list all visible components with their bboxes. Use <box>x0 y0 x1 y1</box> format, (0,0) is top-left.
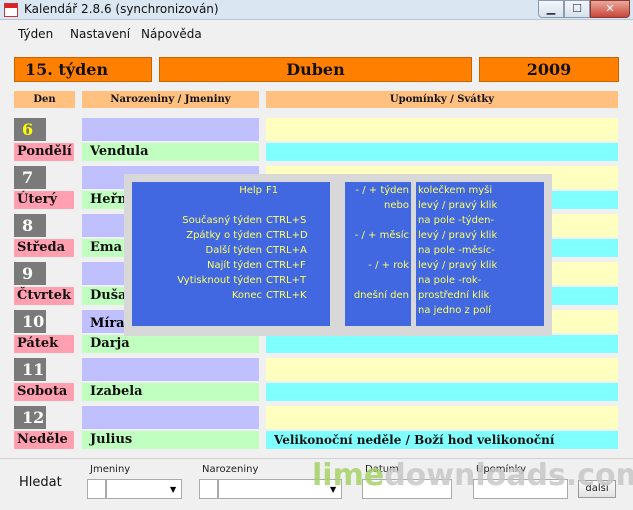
names-dropdown[interactable]: ▼ <box>106 479 182 499</box>
help-mouse-gestures: kolečkem myši levý / pravý klik na pole -t… <box>416 182 544 326</box>
day-number: 6 <box>14 118 46 141</box>
day-number: 10 <box>14 310 46 333</box>
chevron-down-icon: ▼ <box>170 485 177 494</box>
window-title: Kalendář 2.8.6 (synchronizován) <box>24 2 219 16</box>
day-name: Čtvrtek <box>14 287 74 305</box>
birthday-field[interactable] <box>82 406 259 429</box>
help-overlay: Help Současný týden Zpátky o týden Další tý… <box>124 174 552 336</box>
day-name: Pátek <box>14 335 74 353</box>
month-field[interactable]: Duben <box>159 57 472 82</box>
names-prefix-box[interactable] <box>87 479 106 499</box>
column-header-names: Narozeniny / Jmeniny <box>82 91 259 108</box>
day-number: 9 <box>14 262 46 285</box>
day-number: 11 <box>14 358 46 381</box>
day-number: 12 <box>14 406 46 429</box>
watermark-logo: limedownloads.com <box>312 458 633 493</box>
close-button[interactable]: ✕ <box>590 0 630 18</box>
minimize-button[interactable]: ▁ <box>538 0 564 18</box>
help-actions: Help Současný týden Zpátky o týden Další tý… <box>132 182 264 326</box>
day-name: Neděle <box>14 431 74 449</box>
day-number: 8 <box>14 214 46 237</box>
year-field[interactable]: 2009 <box>479 57 619 82</box>
title-bar: Kalendář 2.8.6 (synchronizován) ▁ ☐ ✕ <box>0 0 633 20</box>
search-label: Hledat <box>19 475 62 490</box>
column-header-reminders: Upomínky / Svátky <box>266 91 618 108</box>
maximize-button[interactable]: ☐ <box>564 0 590 18</box>
calendar-app-icon <box>4 3 18 17</box>
menu-tyden[interactable]: Týden <box>18 27 53 41</box>
day-name: Pondělí <box>14 143 74 161</box>
birthday-field[interactable] <box>82 118 259 141</box>
holiday-field[interactable] <box>266 383 618 401</box>
reminder-field[interactable] <box>266 118 618 141</box>
day-name: Středa <box>14 239 74 257</box>
nameday-field[interactable]: Julius <box>82 431 259 449</box>
week-field[interactable]: 15. týden <box>14 57 152 82</box>
help-mouse-actions: - / + týden nebo - / + měsíc - / + rok dnešn… <box>345 182 411 326</box>
nameday-field[interactable]: Darja <box>82 335 259 353</box>
birthday-field[interactable] <box>82 358 259 381</box>
day-number: 7 <box>14 166 46 189</box>
reminder-field[interactable] <box>266 358 618 381</box>
column-header-day: Den <box>14 91 75 108</box>
birthdays-prefix-box[interactable] <box>199 479 218 499</box>
names-label: Jmeniny <box>90 464 131 475</box>
menu-napoveda[interactable]: Nápověda <box>141 27 202 41</box>
holiday-field[interactable]: Velikonoční neděle / Boží hod velikonočn… <box>266 431 618 449</box>
day-name: Úterý <box>14 191 74 209</box>
help-keys: F1 CTRL+S CTRL+D CTRL+A CTRL+F CTRL+T CTRL+K <box>264 182 330 326</box>
nameday-field[interactable]: Vendula <box>82 143 259 161</box>
holiday-field[interactable] <box>266 335 618 353</box>
reminder-field[interactable] <box>266 406 618 429</box>
holiday-field[interactable] <box>266 143 618 161</box>
menu-nastaveni[interactable]: Nastavení <box>70 27 130 41</box>
nameday-field[interactable]: Izabela <box>82 383 259 401</box>
birthdays-label: Narozeniny <box>202 464 259 475</box>
menu-bar: Týden Nastavení Nápověda <box>0 24 633 46</box>
day-name: Sobota <box>14 383 74 401</box>
